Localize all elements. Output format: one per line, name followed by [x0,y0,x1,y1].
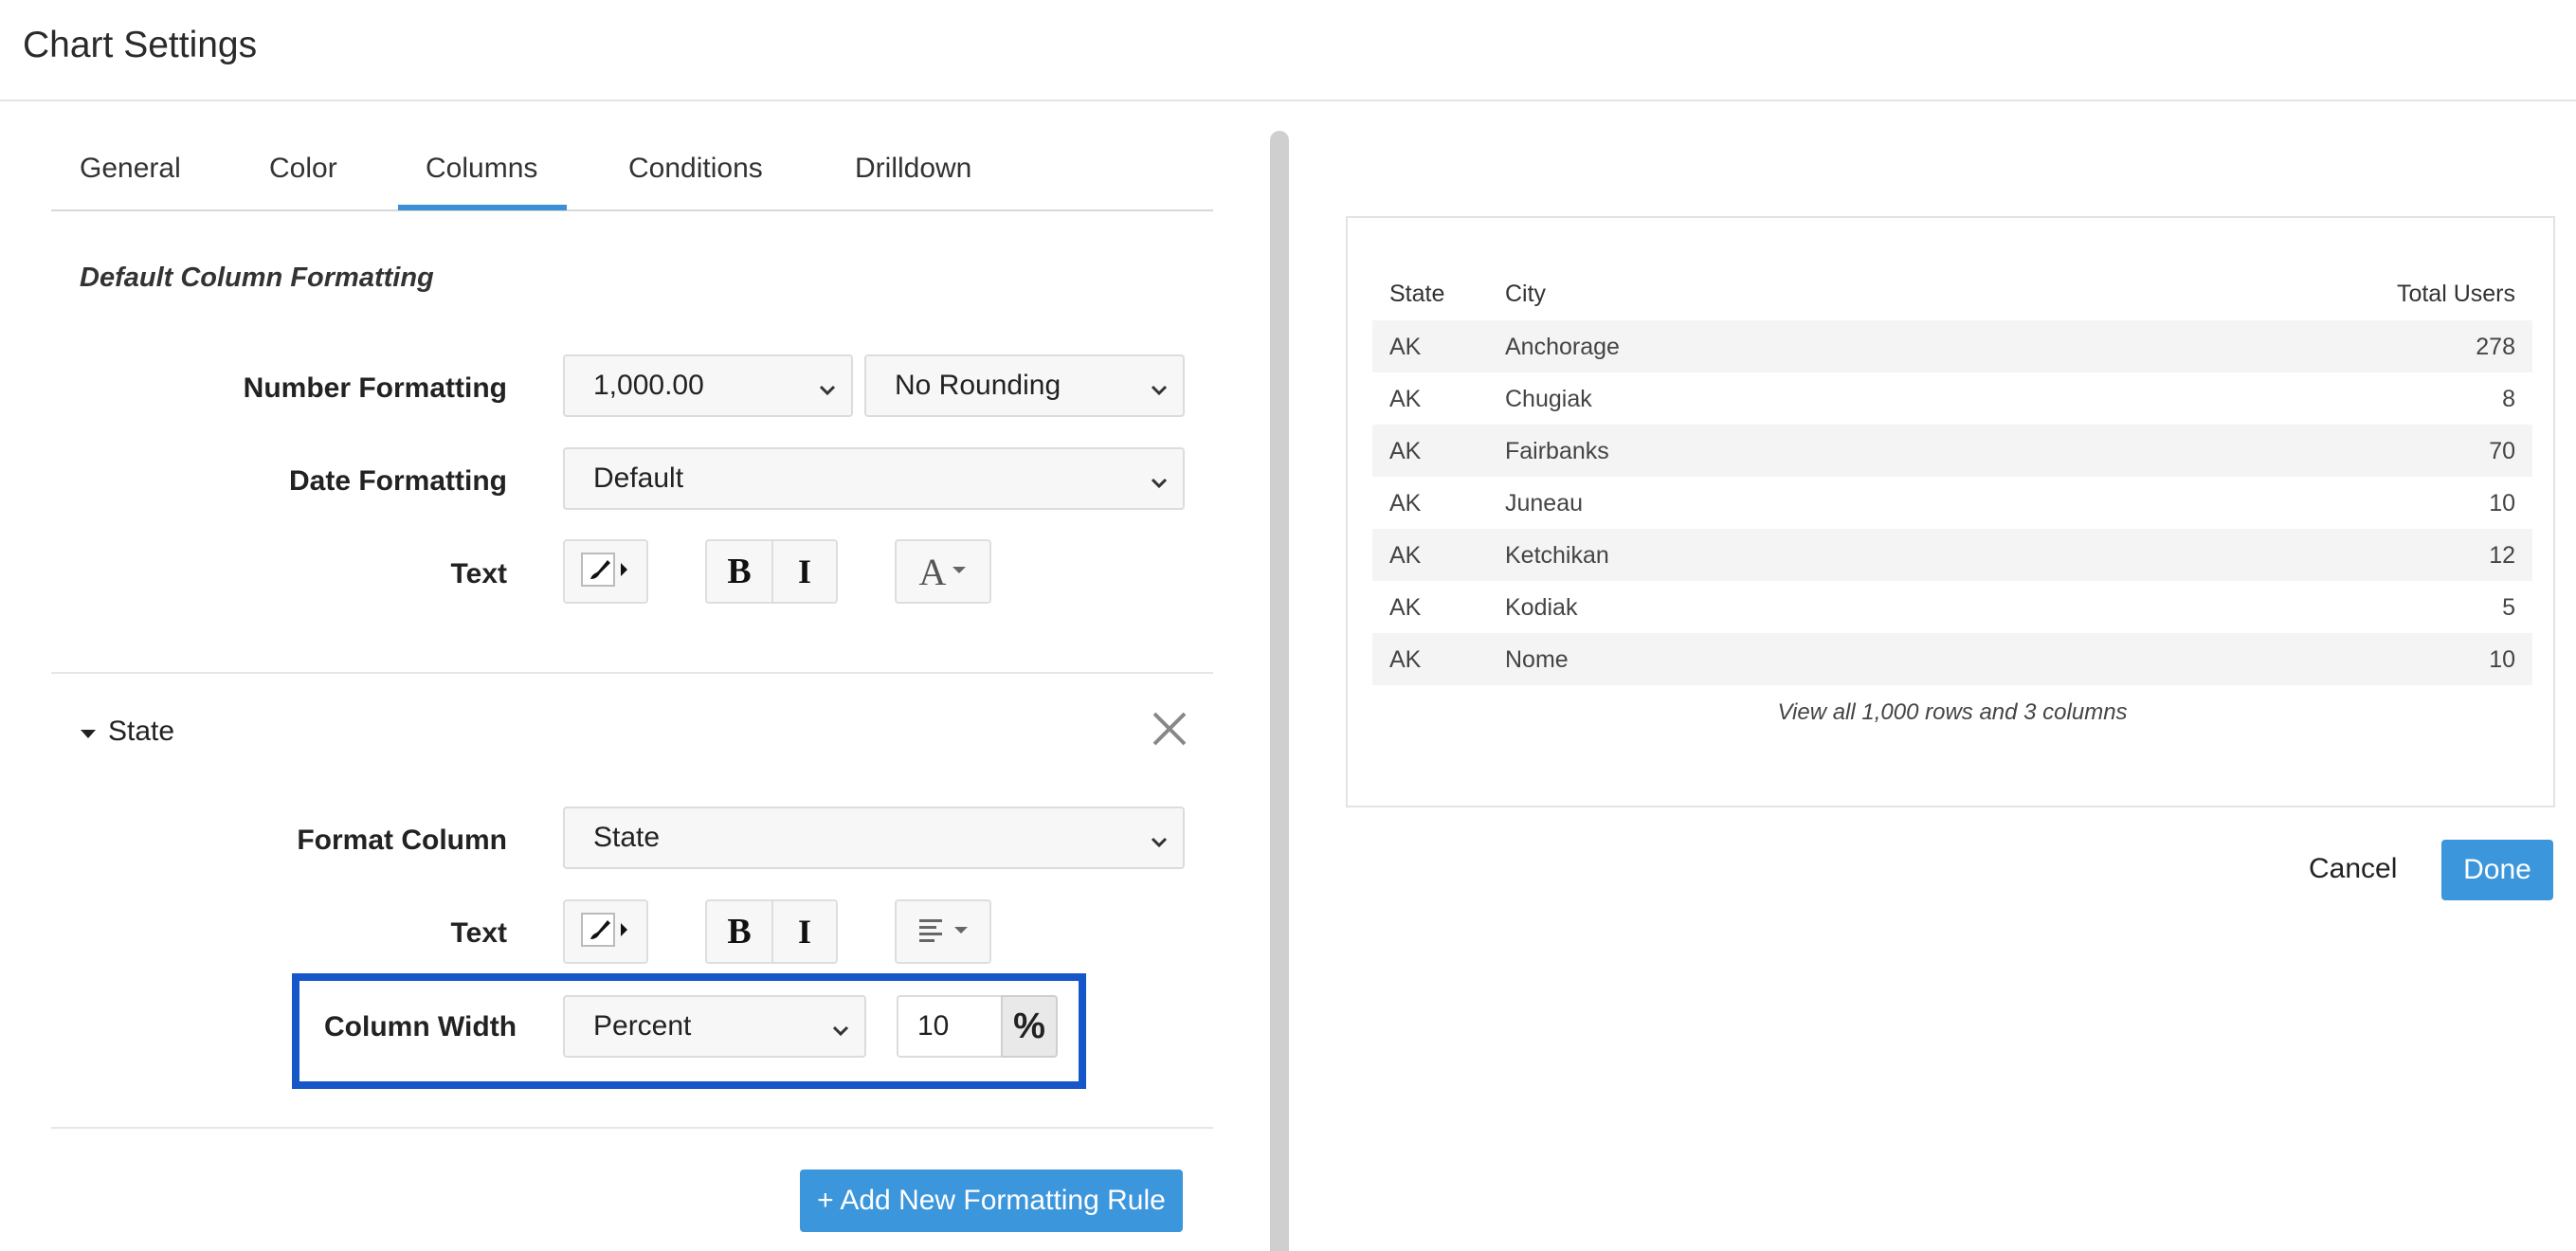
column-width-mode-select[interactable]: Percent [563,995,866,1058]
tab-columns[interactable]: Columns [426,153,537,185]
rounding-select[interactable]: No Rounding [864,354,1185,417]
tab-drilldown[interactable]: Drilldown [855,153,971,185]
bold-button[interactable]: B [707,541,771,602]
text-color-button[interactable] [563,539,648,604]
table-row: AK Anchorage 278 [1372,320,2532,372]
cell-state: AK [1389,334,1422,360]
font-size-glyph: A [918,550,947,593]
rule-italic-button[interactable]: I [771,901,836,962]
table-row: AK Ketchikan 12 [1372,529,2532,581]
rule-text-label: Text [450,917,507,949]
cell-city: Anchorage [1505,334,1620,360]
cell-city: Kodiak [1505,594,1578,621]
align-left-icon [917,916,948,948]
tab-conditions[interactable]: Conditions [628,153,763,185]
cell-city: Fairbanks [1505,438,1609,464]
caret-down-icon [953,923,969,940]
view-all-link[interactable]: View all 1,000 rows and 3 columns [1372,699,2532,726]
done-button[interactable]: Done [2441,840,2553,900]
rule-bold-italic-group: B I [705,899,838,964]
cell-city: Nome [1505,646,1569,673]
table-row: AK Chugiak 8 [1372,372,2532,425]
close-icon[interactable] [1151,710,1188,748]
caret-down-icon [80,716,97,748]
table-row: AK Kodiak 5 [1372,581,2532,633]
chevron-down-icon [817,375,838,396]
date-format-select[interactable]: Default [563,447,1185,510]
divider [51,672,1213,674]
cell-state: AK [1389,490,1422,517]
font-size-button[interactable]: A [895,539,991,604]
preview-table: State City Total Users AK Anchorage 278 … [1346,216,2555,807]
column-header-city: City [1505,281,1547,307]
chevron-down-icon [830,1016,851,1037]
percent-addon: % [1001,995,1058,1058]
chevron-down-icon [1149,468,1170,489]
settings-panel: General Color Columns Conditions Drilldo… [0,103,1261,1251]
cell-city: Juneau [1505,490,1584,517]
cell-state: AK [1389,438,1422,464]
tab-general[interactable]: General [80,153,181,185]
paintbrush-icon [579,911,632,953]
divider [51,1127,1213,1129]
chevron-down-icon [1149,827,1170,848]
column-rule-toggle[interactable]: State [80,716,174,748]
cell-total-users: 278 [2476,334,2515,360]
cell-city: Chugiak [1505,386,1592,412]
text-align-button[interactable] [895,899,991,964]
caret-down-icon [952,563,967,580]
paintbrush-icon [579,551,632,593]
rounding-value: No Rounding [895,370,1061,401]
page-title: Chart Settings [23,25,258,65]
text-label: Text [450,558,507,589]
cancel-button[interactable]: Cancel [2309,853,2397,885]
column-rule-title: State [108,716,175,747]
section-title: Default Column Formatting [80,263,434,293]
format-column-label: Format Column [297,825,507,856]
number-format-select[interactable]: 1,000.00 [563,354,853,417]
table-row: AK Fairbanks 70 [1372,425,2532,477]
chevron-down-icon [1149,375,1170,396]
table-row: AK Nome 10 [1372,633,2532,685]
column-header-total-users: Total Users [2396,281,2515,307]
column-width-input[interactable]: 10 [897,995,1003,1058]
format-column-select[interactable]: State [563,807,1185,869]
add-formatting-rule-button[interactable]: + Add New Formatting Rule [800,1169,1183,1232]
tab-bar: General Color Columns Conditions Drilldo… [51,103,1213,211]
table-row: AK Juneau 10 [1372,477,2532,529]
cell-total-users: 12 [2489,542,2515,569]
column-header-state: State [1389,281,1445,307]
table-header: State City Total Users [1372,279,2532,317]
column-width-value: 10 [917,1010,950,1042]
cell-state: AK [1389,594,1422,621]
column-width-mode-value: Percent [593,1010,692,1042]
date-formatting-label: Date Formatting [288,465,507,497]
cell-total-users: 70 [2489,438,2515,464]
date-format-value: Default [593,462,684,494]
format-column-value: State [593,822,661,853]
cell-state: AK [1389,542,1422,569]
rule-bold-button[interactable]: B [707,901,771,962]
cell-city: Ketchikan [1505,542,1609,569]
number-formatting-label: Number Formatting [243,372,507,404]
rule-text-color-button[interactable] [563,899,648,964]
italic-button[interactable]: I [771,541,836,602]
tab-color[interactable]: Color [269,153,337,185]
header: Chart Settings [0,0,2576,101]
cell-state: AK [1389,386,1422,412]
cell-total-users: 5 [2502,594,2515,621]
column-width-label: Column Width [324,1011,517,1042]
scrollbar[interactable] [1270,131,1289,1251]
cell-total-users: 10 [2489,646,2515,673]
number-format-value: 1,000.00 [593,370,704,401]
cell-total-users: 10 [2489,490,2515,517]
active-tab-indicator [398,205,567,210]
cell-total-users: 8 [2502,386,2515,412]
bold-italic-group: B I [705,539,838,604]
cell-state: AK [1389,646,1422,673]
